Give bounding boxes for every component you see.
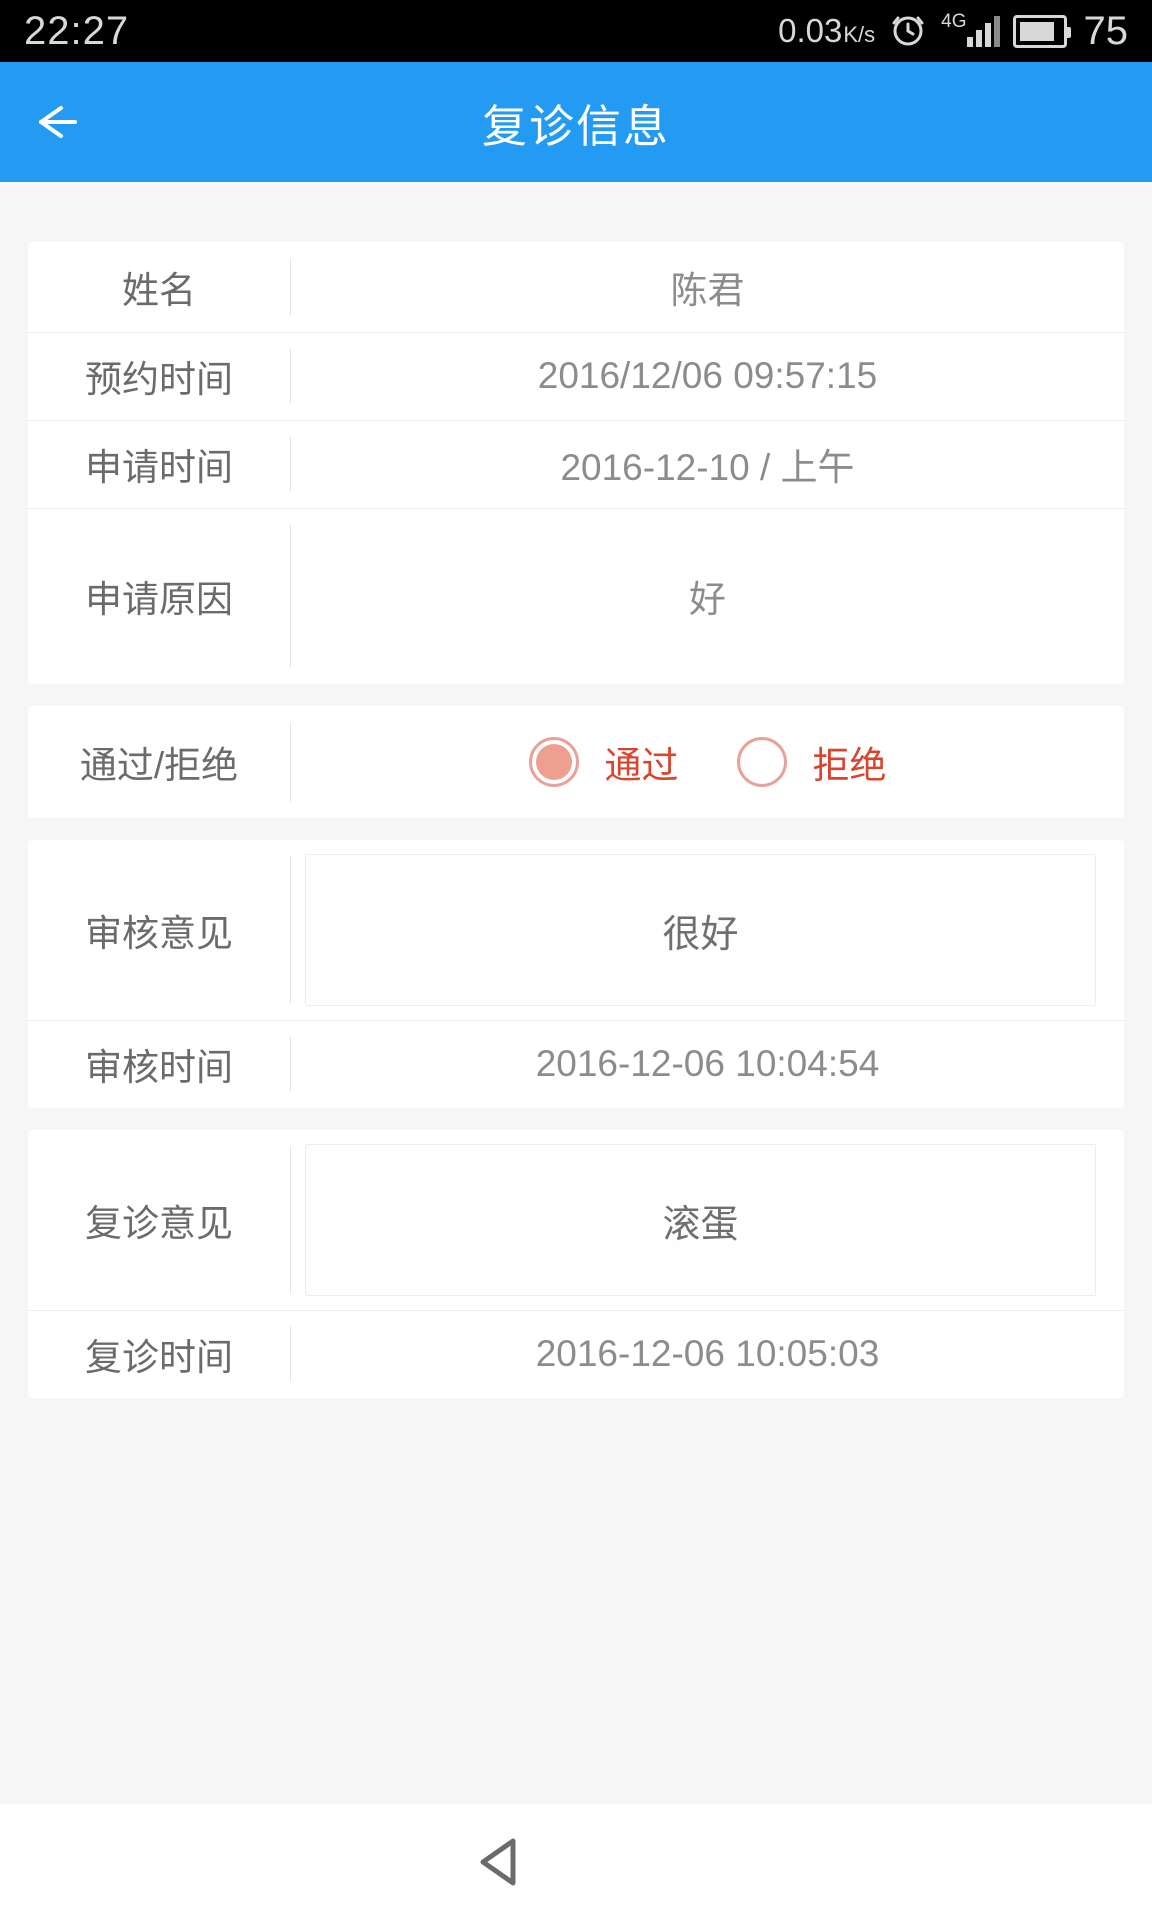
system-navigation-bar xyxy=(0,1804,1152,1920)
network-speed-value: 0.03 xyxy=(778,12,843,49)
card-review: 审核意见 很好 审核时间 2016-12-06 10:04:54 xyxy=(28,840,1124,1108)
row-divider xyxy=(290,1146,291,1294)
approval-radio-group: 通过 拒绝 xyxy=(291,706,1124,818)
radio-unchecked-icon[interactable] xyxy=(736,737,787,787)
row-review-time: 审核时间 2016-12-06 10:04:54 xyxy=(28,1020,1124,1108)
row-label-application-reason: 申请原因 xyxy=(85,579,233,620)
back-arrow-icon[interactable] xyxy=(0,62,110,182)
nav-back-triangle-icon[interactable] xyxy=(380,1804,620,1920)
row-label-review-opinion: 审核意见 xyxy=(85,913,233,954)
form-content: 姓名 陈君 预约时间 2016/12/06 09:57:15 申请时间 2016… xyxy=(0,182,1152,1804)
radio-label-approve: 通过 xyxy=(604,745,679,786)
row-label-revisit-opinion: 复诊意见 xyxy=(85,1203,233,1244)
row-value-name: 陈君 xyxy=(670,270,745,311)
network-type-label: 4G xyxy=(941,10,967,32)
card-revisit: 复诊意见 滚蛋 复诊时间 2016-12-06 10:05:03 xyxy=(28,1130,1124,1398)
battery-icon xyxy=(1012,14,1071,48)
row-approval: 通过/拒绝 通过 拒绝 xyxy=(28,706,1124,818)
review-opinion-input[interactable]: 很好 xyxy=(305,854,1096,1006)
status-bar: 22:27 0.03 K/s 4G 75 xyxy=(0,0,1152,62)
network-speed-indicator: 0.03 K/s xyxy=(778,12,875,50)
row-application-time: 申请时间 2016-12-10 / 上午 xyxy=(28,420,1124,508)
row-label-application-time: 申请时间 xyxy=(85,447,233,488)
radio-option-reject[interactable]: 拒绝 xyxy=(736,735,887,789)
signal-bars xyxy=(966,15,1000,47)
status-bar-clock: 22:27 xyxy=(24,8,130,53)
radio-checked-icon[interactable] xyxy=(528,737,579,787)
radio-label-reject: 拒绝 xyxy=(812,745,887,786)
row-label-review-time: 审核时间 xyxy=(85,1047,233,1088)
row-label-approval: 通过/拒绝 xyxy=(79,745,239,786)
revisit-opinion-input[interactable]: 滚蛋 xyxy=(305,1144,1096,1296)
row-value-revisit-time: 2016-12-06 10:05:03 xyxy=(535,1333,880,1374)
row-application-reason: 申请原因 好 xyxy=(28,508,1124,684)
status-bar-icons: 0.03 K/s 4G 75 xyxy=(778,9,1128,54)
row-revisit-time: 复诊时间 2016-12-06 10:05:03 xyxy=(28,1310,1124,1398)
row-value-application-reason: 好 xyxy=(689,579,726,620)
row-value-appointment-time: 2016/12/06 09:57:15 xyxy=(537,355,878,396)
row-name: 姓名 陈君 xyxy=(28,242,1124,332)
row-revisit-opinion: 复诊意见 滚蛋 xyxy=(28,1130,1124,1310)
row-appointment-time: 预约时间 2016/12/06 09:57:15 xyxy=(28,332,1124,420)
row-value-review-time: 2016-12-06 10:04:54 xyxy=(535,1043,880,1084)
row-divider xyxy=(290,856,291,1004)
row-label-name: 姓名 xyxy=(122,270,196,311)
page-title: 复诊信息 xyxy=(481,100,670,152)
row-review-opinion: 审核意见 很好 xyxy=(28,840,1124,1020)
row-label-revisit-time: 复诊时间 xyxy=(85,1337,233,1378)
card-approval: 通过/拒绝 通过 拒绝 xyxy=(28,706,1124,818)
radio-option-approve[interactable]: 通过 xyxy=(528,735,679,789)
card-basic-info: 姓名 陈君 预约时间 2016/12/06 09:57:15 申请时间 2016… xyxy=(28,242,1124,684)
battery-percentage: 75 xyxy=(1083,8,1129,53)
row-value-application-time: 2016-12-10 / 上午 xyxy=(560,447,855,488)
app-bar: 复诊信息 xyxy=(0,62,1152,182)
signal-strength-icon: 4G xyxy=(941,12,1000,47)
alarm-clock-icon xyxy=(888,9,928,54)
network-speed-unit: K/s xyxy=(843,22,876,47)
row-label-appointment-time: 预约时间 xyxy=(85,359,233,400)
